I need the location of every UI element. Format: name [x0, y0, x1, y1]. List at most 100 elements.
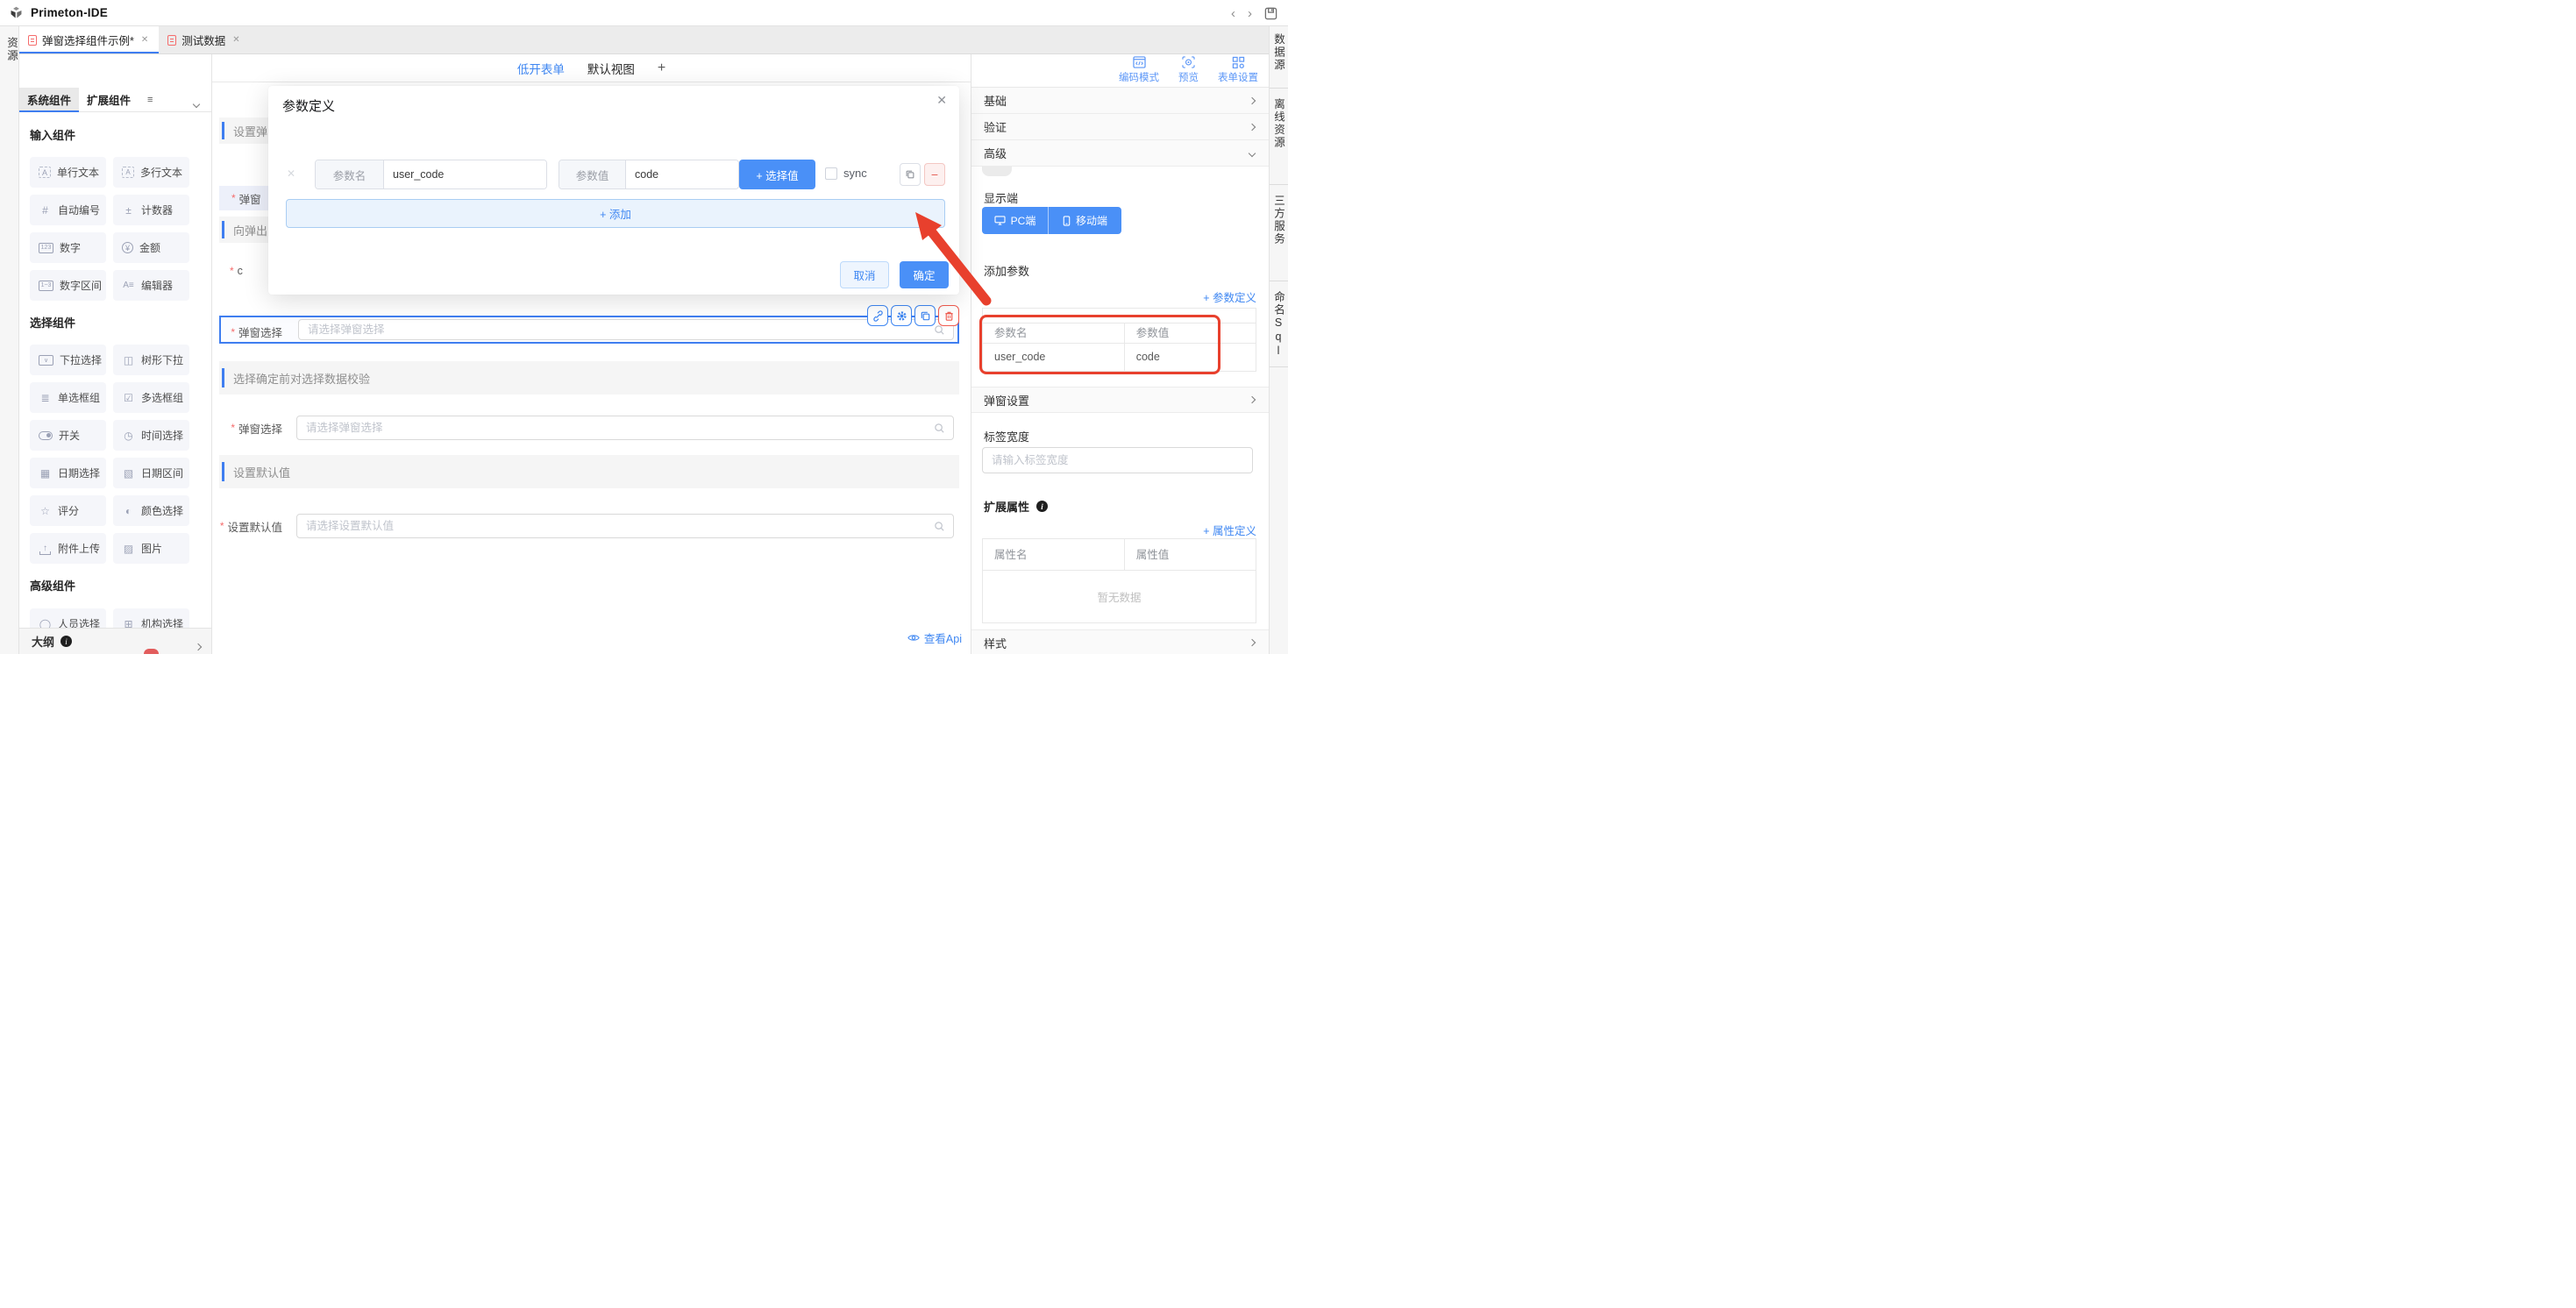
palette-item-date-range[interactable]: ▧日期区间: [113, 458, 189, 488]
decorative-pill: [982, 167, 1012, 176]
sync-checkbox[interactable]: [825, 167, 837, 180]
palette-item-person-select[interactable]: ◯人员选择: [30, 608, 106, 628]
selected-field-popup-select[interactable]: * 弹窗选择: [219, 316, 959, 344]
remove-row-button[interactable]: −: [924, 163, 945, 186]
cell-param-value: code: [1125, 344, 1256, 371]
params-table-row[interactable]: user_code code: [983, 344, 1256, 371]
accordion-popup-settings[interactable]: 弹窗设置: [971, 387, 1269, 413]
popup-select-input[interactable]: [299, 320, 934, 339]
nav-forward-icon[interactable]: ›: [1248, 7, 1252, 20]
add-param-row-button[interactable]: + 添加: [286, 199, 945, 228]
mobile-side-button[interactable]: 移动端: [1049, 207, 1121, 234]
search-icon[interactable]: [934, 423, 945, 434]
palette-item-number[interactable]: 123数字: [30, 232, 106, 263]
preview-button[interactable]: 预览: [1178, 56, 1199, 84]
tab-default-view[interactable]: 默认视图: [587, 60, 635, 77]
accordion-validate[interactable]: 验证: [971, 114, 1269, 140]
cancel-button[interactable]: 取消: [840, 261, 889, 288]
doc-tab-test-data[interactable]: 测试数据 ✕: [159, 26, 250, 53]
ext-props-title-row: 扩展属性 i: [984, 498, 1048, 515]
copy-icon[interactable]: [914, 305, 936, 326]
close-icon[interactable]: ✕: [936, 93, 947, 108]
palette-item-tree-dropdown[interactable]: ◫树形下拉: [113, 345, 189, 375]
title-bar: Primeton-IDE ‹ ›: [0, 0, 1288, 26]
trash-icon[interactable]: [938, 305, 959, 326]
close-tab-icon[interactable]: ✕: [232, 35, 239, 45]
chevron-right-icon: [1249, 396, 1256, 403]
chevron-right-icon[interactable]: [196, 638, 201, 654]
palette-item-money[interactable]: ¥金额: [113, 232, 189, 263]
prop-define-link[interactable]: + 属性定义: [1203, 522, 1256, 538]
sidebar-item-third-party-services[interactable]: 三方服务: [1270, 195, 1288, 245]
param-define-link[interactable]: + 参数定义: [1203, 288, 1256, 305]
view-api-link[interactable]: 查看Api: [907, 629, 962, 646]
sidebar-item-datasource[interactable]: 数据源: [1270, 33, 1288, 72]
doc-tab-popup-select-example[interactable]: 弹窗选择组件示例* ✕: [19, 26, 159, 53]
drag-handle-icon[interactable]: ✕: [287, 167, 295, 180]
label-width-input[interactable]: [983, 448, 1252, 473]
link-icon[interactable]: [867, 305, 888, 326]
divider: [1270, 88, 1288, 89]
ext-props-table: 属性名 属性值 暂无数据: [982, 538, 1256, 623]
gear-icon[interactable]: [891, 305, 912, 326]
palette-item-color-picker[interactable]: ◐颜色选择: [113, 495, 189, 526]
palette-item-attachment[interactable]: ↑附件上传: [30, 533, 106, 564]
add-view-button[interactable]: +: [658, 60, 665, 76]
palette-item-label: 附件上传: [58, 541, 100, 556]
tab-low-code-form[interactable]: 低开表单: [517, 60, 565, 77]
accordion-label: 样式: [984, 635, 1007, 651]
palette-item-radio-group[interactable]: ≣单选框组: [30, 382, 106, 413]
palette-item-multi-text[interactable]: A多行文本: [113, 157, 189, 188]
eye-icon: [907, 633, 920, 643]
form-settings-button[interactable]: 表单设置: [1218, 56, 1258, 84]
palette-item-number-range[interactable]: 1~3数字区间: [30, 270, 106, 301]
params-table-header: 参数名 参数值: [983, 323, 1256, 344]
sidebar-item-resources[interactable]: 资源: [4, 37, 20, 62]
close-tab-icon[interactable]: ✕: [141, 35, 148, 45]
palette-item-rating[interactable]: ☆评分: [30, 495, 106, 526]
time-picker-icon: ◷: [122, 430, 135, 441]
tab-system-components[interactable]: 系统组件: [19, 88, 79, 111]
field-label: 弹窗: [239, 190, 261, 207]
save-icon[interactable]: [1264, 7, 1277, 20]
palette-item-counter[interactable]: ±计数器: [113, 195, 189, 225]
select-value-button[interactable]: + 选择值: [739, 160, 815, 189]
sidebar-item-named-sql[interactable]: 命名Sql: [1270, 291, 1288, 359]
param-name-input[interactable]: [384, 160, 546, 188]
auto-number-icon: #: [39, 205, 52, 216]
accordion-style[interactable]: 样式: [971, 629, 1269, 654]
image-icon: ▨: [122, 544, 135, 554]
palette-item-time-picker[interactable]: ◷时间选择: [113, 420, 189, 451]
nav-back-icon[interactable]: ‹: [1231, 7, 1235, 20]
palette-item-label: 编辑器: [141, 278, 173, 293]
confirm-button[interactable]: 确定: [900, 261, 949, 288]
palette-item-org-select[interactable]: ⊞机构选择: [113, 608, 189, 628]
copy-row-button[interactable]: [900, 163, 921, 186]
palette-item-checkbox-group[interactable]: ☑多选框组: [113, 382, 189, 413]
view-tab-bar: 低开表单 默认视图 +: [212, 54, 971, 82]
accordion-advanced[interactable]: 高级: [971, 140, 1269, 167]
default-value-input[interactable]: [297, 515, 934, 537]
pc-side-button[interactable]: PC端: [982, 207, 1049, 234]
palette-item-label: 开关: [59, 428, 80, 443]
code-mode-button[interactable]: 编码模式: [1119, 56, 1159, 84]
sidebar-item-offline-resources[interactable]: 离线资源: [1270, 98, 1288, 149]
palette-item-auto-number[interactable]: #自动编号: [30, 195, 106, 225]
param-define-dialog: 参数定义 ✕ ✕ 参数名 参数值 + 选择值 sync − + 添加 取消 确定: [268, 86, 959, 295]
outline-bar[interactable]: 大纲 i: [19, 628, 211, 654]
palette-item-switch[interactable]: 开关: [30, 420, 106, 451]
palette-item-single-text[interactable]: A单行文本: [30, 157, 106, 188]
palette-item-editor[interactable]: A≡编辑器: [113, 270, 189, 301]
palette-item-image[interactable]: ▨图片: [113, 533, 189, 564]
primeton-ide-window: Primeton-IDE ‹ › 弹窗选择组件示例* ✕ 测试数据 ✕ 资源: [0, 0, 1288, 654]
accordion-basic[interactable]: 基础: [971, 88, 1269, 114]
chevron-down-icon[interactable]: [194, 97, 199, 110]
param-value-input[interactable]: [626, 160, 738, 188]
popup-select-input-wrap: [298, 319, 954, 340]
list-menu-icon[interactable]: ≡: [147, 95, 153, 105]
search-icon[interactable]: [934, 521, 945, 532]
palette-item-date-picker[interactable]: ▦日期选择: [30, 458, 106, 488]
tab-extension-components[interactable]: 扩展组件: [79, 88, 139, 111]
palette-item-dropdown[interactable]: ∨下拉选择: [30, 345, 106, 375]
popup-select-2-input[interactable]: [297, 416, 934, 439]
